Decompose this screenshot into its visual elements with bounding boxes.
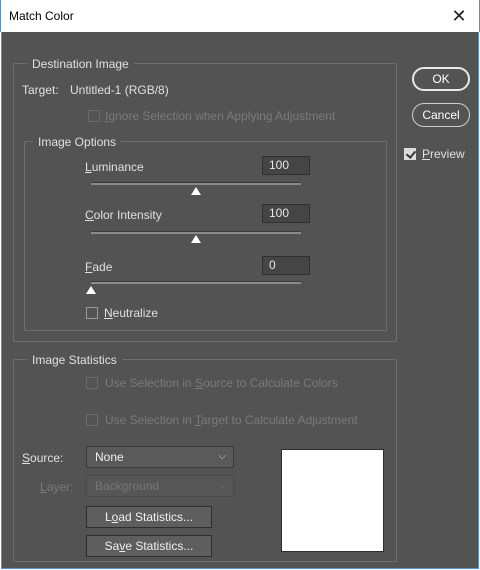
preview-label: Preview xyxy=(422,147,465,161)
luminance-slider-track[interactable] xyxy=(91,182,301,185)
fade-slider-thumb[interactable] xyxy=(86,286,96,294)
save-statistics-button[interactable]: Sa v e Statistics... xyxy=(86,535,212,557)
source-label: Source: xyxy=(22,451,64,465)
source-select-value: None xyxy=(95,450,124,464)
fade-label: Fade xyxy=(85,260,113,274)
color-intensity-label: Color Intensity xyxy=(85,208,162,222)
use-target-selection-label: Use Selection in Target to Calculate Adj… xyxy=(105,413,358,427)
color-preview-swatch xyxy=(281,449,384,552)
close-icon[interactable]: ✕ xyxy=(439,0,479,32)
destination-image-label: Destination Image xyxy=(27,57,134,71)
window-title: Match Color xyxy=(9,9,74,23)
neutralize-checkbox[interactable] xyxy=(86,307,98,319)
use-source-selection-label: Use Selection in Source to Calculate Col… xyxy=(105,376,338,390)
target-label: Target: xyxy=(22,83,59,97)
source-select[interactable]: None ⌵ xyxy=(86,446,234,468)
use-source-selection-checkbox[interactable] xyxy=(86,377,98,389)
luminance-slider-thumb[interactable] xyxy=(191,187,201,195)
ignore-selection-checkbox[interactable] xyxy=(88,110,100,122)
use-target-selection-checkbox[interactable] xyxy=(86,414,98,426)
color-intensity-slider-thumb[interactable] xyxy=(191,235,201,243)
match-color-dialog: Destination Image Target: Untitled-1 (RG… xyxy=(1,32,479,569)
luminance-label: Luminance xyxy=(85,160,144,174)
layer-label: Layer: xyxy=(40,480,74,494)
image-statistics-label: Image Statistics xyxy=(27,353,122,367)
luminance-input[interactable]: 100 xyxy=(262,156,310,175)
fade-slider-track[interactable] xyxy=(91,281,301,284)
image-options-label: Image Options xyxy=(33,135,122,149)
target-value: Untitled-1 (RGB/8) xyxy=(70,83,169,97)
title-bar: Match Color ✕ xyxy=(0,0,480,32)
chevron-down-icon: ⌵ xyxy=(218,451,226,462)
preview-checkbox[interactable] xyxy=(404,148,416,160)
layer-select[interactable]: Background ⌵ xyxy=(86,475,234,497)
fade-input[interactable]: 0 xyxy=(262,256,310,275)
load-statistics-button[interactable]: Lo ad Statistics... xyxy=(86,506,212,528)
ignore-selection-label: Ignore Selection when Applying Adjustmen… xyxy=(105,109,336,123)
color-intensity-slider-track[interactable] xyxy=(91,231,301,234)
ok-button[interactable]: OK xyxy=(412,67,470,91)
layer-select-value: Background xyxy=(95,479,160,493)
cancel-button[interactable]: Cancel xyxy=(412,103,470,127)
chevron-down-icon: ⌵ xyxy=(218,480,226,491)
image-options-group xyxy=(24,141,387,331)
color-intensity-input[interactable]: 100 xyxy=(262,204,310,223)
neutralize-label: Neutralize xyxy=(104,306,159,320)
